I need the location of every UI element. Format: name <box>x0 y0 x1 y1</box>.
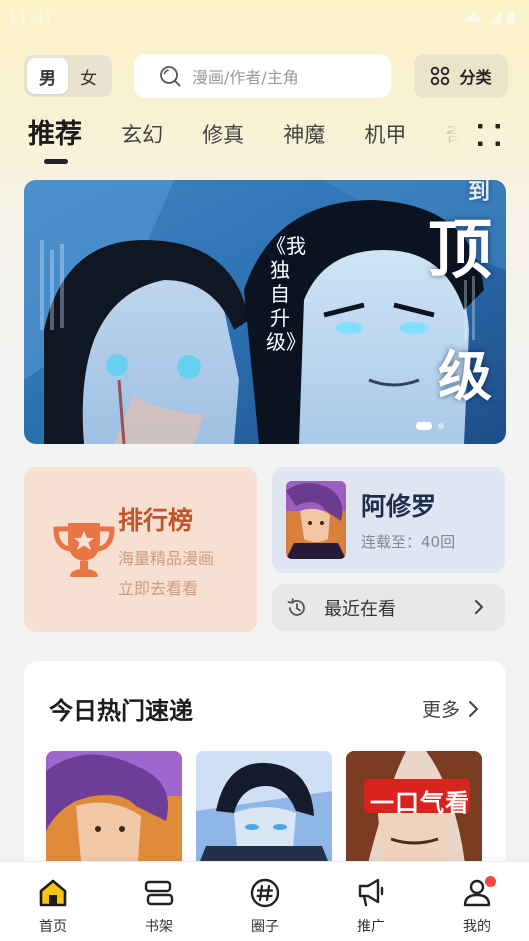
hot-section-title: 今日热门速递 <box>49 697 193 725</box>
nav-home-label: 首页 <box>39 919 67 935</box>
ranking-card[interactable]: 排行榜 海量精品漫画 立即去看看 <box>24 467 257 632</box>
banner-corner-char: 到 <box>468 180 491 205</box>
banner-big-text: 到 顶 级 <box>428 180 498 416</box>
hashtag-icon <box>250 878 280 908</box>
hot-comic-cover-3[interactable]: 一口气看 <box>346 751 482 871</box>
nav-profile-label: 我的 <box>463 919 491 935</box>
banner-indicator-active <box>416 422 432 430</box>
tab-jijia[interactable]: 机甲 <box>364 112 406 158</box>
nav-bookshelf-label: 书架 <box>145 919 173 935</box>
nav-home[interactable]: 首页 <box>13 870 93 936</box>
search-bar[interactable]: 漫画/作者/主角 <box>134 54 391 98</box>
banner-big-char-2: 级 <box>438 344 492 408</box>
nav-circle-label: 圈子 <box>251 919 279 935</box>
status-time: 11:47 <box>8 8 55 27</box>
home-icon <box>39 879 67 907</box>
bookshelf-icon <box>144 880 174 906</box>
category-label: 分类 <box>459 68 492 87</box>
tab-xuanhuan[interactable]: 玄幻 <box>121 112 163 158</box>
nav-promote[interactable]: 推广 <box>331 870 411 936</box>
ranking-title: 排行榜 <box>118 506 194 535</box>
ranking-subtitle: 海量精品漫画 <box>118 549 215 568</box>
continue-cover-image <box>286 481 346 559</box>
trophy-icon <box>53 523 115 577</box>
status-bar: 11:47 <box>0 0 529 36</box>
recent-label: 最近在看 <box>324 598 396 620</box>
chevron-right-icon <box>475 600 483 614</box>
search-placeholder: 漫画/作者/主角 <box>192 68 299 87</box>
bottom-nav: 首页 书架 圈子 推广 我的 <box>0 861 529 941</box>
gender-toggle[interactable]: 男 女 <box>24 55 112 97</box>
hot-comic-cover-1[interactable] <box>46 751 182 871</box>
hot-comic-cover-2[interactable] <box>196 751 332 871</box>
category-button[interactable]: 分类 <box>414 54 508 98</box>
tab-recommend[interactable]: 推荐 <box>28 112 82 164</box>
banner-big-char-1: 顶 <box>428 213 492 288</box>
continue-reading-card[interactable]: 阿修罗 连载至：40回 <box>272 467 505 573</box>
banner-indicator <box>438 423 444 429</box>
hot-more-label: 更多 <box>422 699 461 721</box>
nav-bookshelf[interactable]: 书架 <box>119 870 199 936</box>
chevron-right-icon <box>469 700 479 717</box>
nav-promote-label: 推广 <box>357 919 385 935</box>
grid-icon <box>431 66 450 86</box>
more-tabs-icon[interactable] <box>476 122 502 148</box>
search-icon <box>160 66 181 87</box>
notification-badge <box>485 876 496 887</box>
nav-circle[interactable]: 圈子 <box>225 870 305 936</box>
hero-banner[interactable]: 《我独自升级》 到 顶 级 <box>24 180 506 444</box>
tab-shenmo[interactable]: 神魔 <box>283 112 325 158</box>
continue-title: 阿修罗 <box>361 492 437 521</box>
nav-profile[interactable]: 我的 <box>437 870 517 936</box>
history-icon <box>287 597 305 616</box>
tabs-fade <box>420 112 458 162</box>
recent-viewed-row[interactable]: 最近在看 <box>272 584 505 631</box>
genre-tabs: 推荐 玄幻 修真 神魔 机甲 奇 <box>28 112 458 168</box>
megaphone-icon <box>358 878 384 907</box>
hot-cover-3-text: 一口气看 <box>370 789 470 817</box>
hot-more-link[interactable]: 更多 <box>422 695 480 722</box>
continue-progress: 连载至：40回 <box>361 533 456 551</box>
gender-female-option[interactable]: 女 <box>68 58 109 94</box>
status-icons <box>463 11 515 25</box>
banner-vertical-title: 《我独自升级》 <box>266 234 306 354</box>
ranking-cta: 立即去看看 <box>118 579 199 598</box>
tab-xiuzhen[interactable]: 修真 <box>202 112 244 158</box>
gender-male-option[interactable]: 男 <box>27 58 68 94</box>
